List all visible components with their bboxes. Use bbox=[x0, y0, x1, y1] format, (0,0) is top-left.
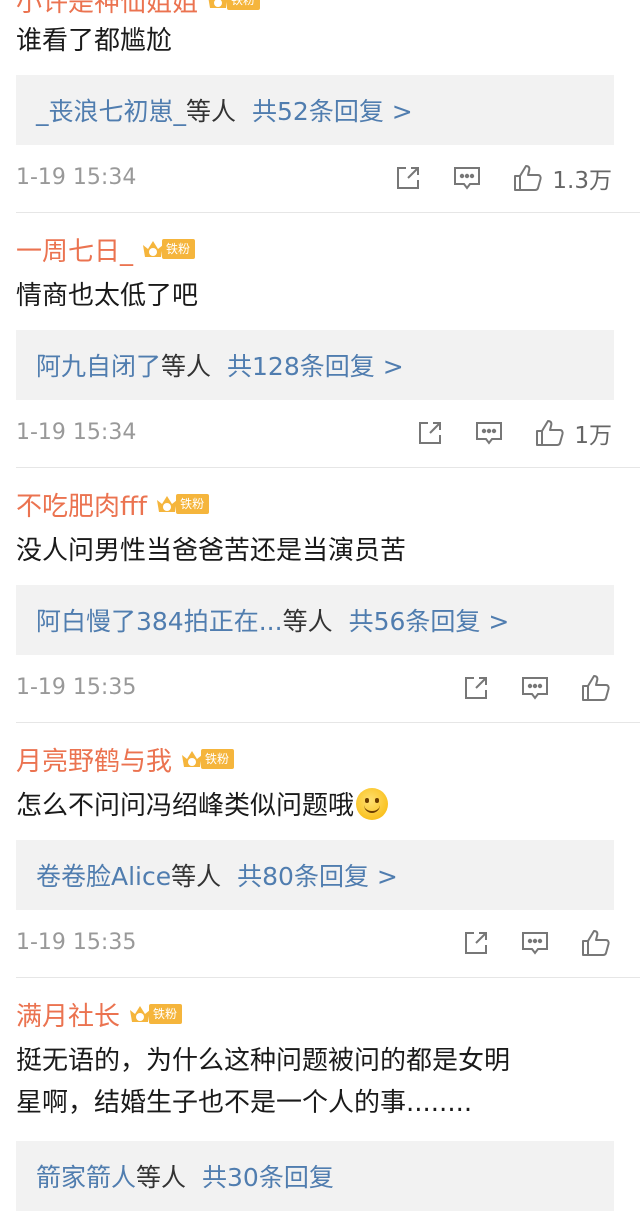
comment-button[interactable] bbox=[474, 419, 504, 447]
reply-suffix: 等人 bbox=[136, 1163, 187, 1192]
repost-button[interactable] bbox=[416, 419, 444, 447]
reply-names[interactable]: 阿白慢了384拍正在... bbox=[36, 602, 283, 638]
reply-count-link[interactable]: 共52条回复 > bbox=[252, 92, 413, 128]
comment-text-content: 怎么不问问冯绍峰类似问题哦 bbox=[16, 791, 355, 821]
smile-emoji-icon bbox=[356, 788, 389, 820]
comment-text: 怎么不问问冯绍峰类似问题哦 bbox=[16, 785, 620, 827]
replies-preview[interactable]: 卷卷脸Alice 等人 共80条回复 > bbox=[16, 840, 614, 910]
repost-icon bbox=[465, 932, 487, 954]
like-count: 1.3万 bbox=[552, 168, 612, 194]
comment-icon bbox=[454, 167, 481, 190]
fan-badge-label: 铁粉 bbox=[227, 0, 261, 10]
comment-actions bbox=[432, 923, 612, 963]
like-button[interactable]: 1.3万 bbox=[512, 161, 612, 195]
reply-suffix: 等人 bbox=[171, 862, 222, 891]
comment-header: 一周七日_ 铁粉 bbox=[16, 231, 196, 268]
divider bbox=[16, 977, 640, 978]
thumbs-up-icon bbox=[514, 165, 543, 191]
crown-badge-icon bbox=[128, 1002, 152, 1026]
repost-icon bbox=[397, 167, 420, 189]
comment-header: 月亮野鹤与我 铁粉 bbox=[16, 741, 235, 778]
fan-badge: 铁粉 bbox=[141, 236, 196, 262]
like-button[interactable] bbox=[580, 673, 612, 703]
fan-badge-label: 铁粉 bbox=[149, 1004, 183, 1024]
reply-names[interactable]: 阿九自闭了 bbox=[36, 347, 161, 383]
reply-count-link[interactable]: 共80条回复 > bbox=[237, 857, 398, 893]
repost-button[interactable] bbox=[394, 164, 422, 192]
reply-suffix: 等人 bbox=[161, 352, 212, 381]
fan-badge: 铁粉 bbox=[155, 491, 210, 517]
comment-text: 挺无语的，为什么这种问题被问的都是女明 星啊，结婚生子也不是一个人的事.....… bbox=[16, 1040, 620, 1124]
replies-preview[interactable]: _丧浪七初崽_ 等人 共52条回复 > bbox=[16, 75, 614, 145]
reply-suffix: 等人 bbox=[186, 97, 237, 126]
crown-badge-icon bbox=[206, 0, 230, 12]
comment-time: 1-19 15:35 bbox=[16, 930, 137, 955]
like-count: 1万 bbox=[574, 423, 612, 449]
reply-count-link[interactable]: 共128条回复 > bbox=[227, 347, 404, 383]
fan-badge: 铁粉 bbox=[128, 1001, 183, 1027]
thumbs-up-icon bbox=[582, 930, 610, 956]
comment-button[interactable] bbox=[520, 674, 550, 702]
comment-header: 满月社长 铁粉 bbox=[16, 996, 183, 1033]
reply-names[interactable]: 卷卷脸Alice bbox=[36, 857, 171, 893]
repost-icon bbox=[419, 422, 442, 444]
fan-badge-label: 铁粉 bbox=[201, 749, 235, 769]
comment-time: 1-19 15:34 bbox=[16, 420, 137, 445]
comment-meta: 1-19 15:34 1.3万 bbox=[16, 158, 612, 198]
repost-button[interactable] bbox=[462, 929, 490, 957]
fan-badge: 铁粉 bbox=[206, 0, 261, 13]
comment-text: 没人问男性当爸爸苦还是当演员苦 bbox=[16, 536, 407, 566]
comment-text: 谁看了都尴尬 bbox=[16, 26, 173, 56]
thumbs-up-icon bbox=[582, 675, 610, 701]
comment-actions: 1万 bbox=[386, 413, 612, 453]
reply-names[interactable]: 箭家箭人 bbox=[36, 1158, 136, 1194]
username[interactable]: 不吃肥肉fff bbox=[16, 486, 147, 523]
repost-icon bbox=[465, 677, 487, 699]
comment-meta: 1-19 15:34 1万 bbox=[16, 413, 612, 453]
reply-names[interactable]: _丧浪七初崽_ bbox=[36, 92, 186, 128]
comment-header: 不吃肥肉fff 铁粉 bbox=[16, 486, 210, 523]
fan-badge-label: 铁粉 bbox=[162, 239, 196, 259]
comment-icon bbox=[522, 932, 548, 955]
thumbs-up-icon bbox=[536, 420, 564, 446]
fan-badge: 铁粉 bbox=[180, 746, 235, 772]
comment-actions bbox=[432, 668, 612, 708]
comment-icon bbox=[522, 677, 548, 700]
username[interactable]: 小许是神仙姐姐 bbox=[16, 0, 198, 19]
like-button[interactable] bbox=[580, 928, 612, 958]
repost-button[interactable] bbox=[462, 674, 490, 702]
username[interactable]: 满月社长 bbox=[16, 996, 120, 1033]
reply-suffix: 等人 bbox=[282, 607, 333, 636]
comment-header: 小许是神仙姐姐 铁粉 bbox=[16, 0, 261, 19]
divider bbox=[16, 467, 640, 468]
comment-time: 1-19 15:34 bbox=[16, 165, 137, 190]
crown-badge-icon bbox=[180, 747, 204, 771]
comment-meta: 1-19 15:35 bbox=[16, 923, 612, 963]
username[interactable]: 一周七日_ bbox=[16, 231, 133, 268]
replies-preview[interactable]: 箭家箭人 等人 共30条回复 bbox=[16, 1141, 614, 1211]
comment-button[interactable] bbox=[520, 929, 550, 957]
comment-button[interactable] bbox=[452, 164, 482, 192]
reply-count-link[interactable]: 共56条回复 > bbox=[349, 602, 510, 638]
comment-text: 情商也太低了吧 bbox=[16, 281, 199, 311]
like-button[interactable]: 1万 bbox=[534, 416, 612, 450]
username[interactable]: 月亮野鹤与我 bbox=[16, 741, 172, 778]
comment-time: 1-19 15:35 bbox=[16, 675, 137, 700]
crown-badge-icon bbox=[155, 492, 179, 516]
comment-text-line: 挺无语的，为什么这种问题被问的都是女明 bbox=[16, 1046, 511, 1076]
fan-badge-label: 铁粉 bbox=[176, 494, 210, 514]
replies-preview[interactable]: 阿九自闭了 等人 共128条回复 > bbox=[16, 330, 614, 400]
comment-meta: 1-19 15:35 bbox=[16, 668, 612, 708]
comment-icon bbox=[476, 422, 503, 445]
crown-badge-icon bbox=[141, 237, 165, 261]
comment-text-line: 星啊，结婚生子也不是一个人的事........ bbox=[16, 1088, 473, 1118]
reply-count-link[interactable]: 共30条回复 bbox=[202, 1158, 334, 1194]
divider bbox=[16, 212, 640, 213]
divider bbox=[16, 722, 640, 723]
comment-actions: 1.3万 bbox=[364, 158, 612, 198]
replies-preview[interactable]: 阿白慢了384拍正在... 等人 共56条回复 > bbox=[16, 585, 614, 655]
